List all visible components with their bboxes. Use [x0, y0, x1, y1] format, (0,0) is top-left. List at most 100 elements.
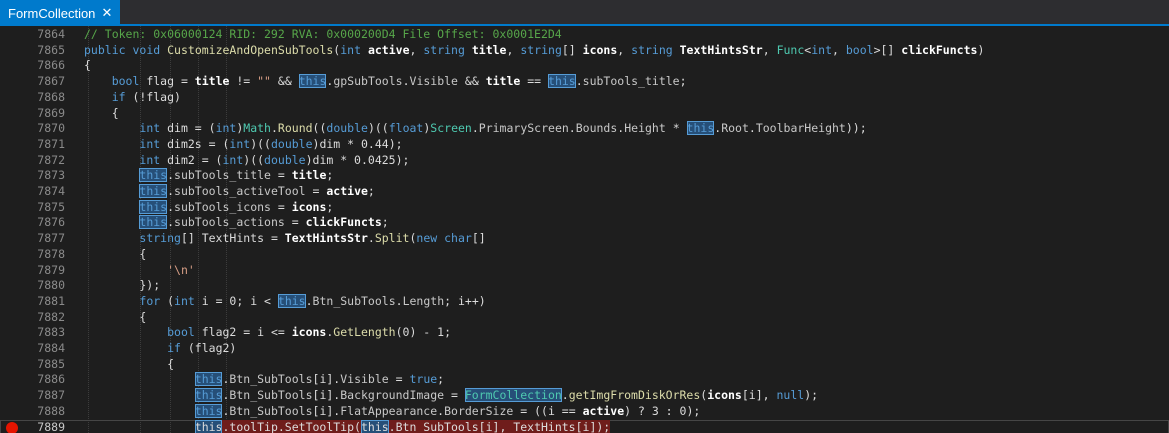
code-line[interactable]: 7886 this.Btn_SubTools[i].Visible = true…	[0, 372, 1169, 388]
code-token: =	[284, 215, 306, 230]
breakpoint-icon[interactable]	[6, 421, 18, 433]
code-line[interactable]: 7880 });	[0, 278, 1169, 294]
code-line[interactable]: 7889 this.toolTip.SetToolTip(this.Btn_Su…	[0, 419, 1169, 433]
code-line[interactable]: 7885 {	[0, 357, 1169, 373]
code-token: []	[561, 42, 583, 57]
code-line[interactable]: 7868 if (!flag)	[0, 90, 1169, 106]
code-token: Visible	[340, 372, 389, 387]
code-line[interactable]: 7873 this.subTools_title = title;	[0, 168, 1169, 184]
code-token: char	[444, 231, 472, 246]
code-token: Height	[624, 121, 666, 136]
code-line[interactable]: 7884 if (flag2)	[0, 341, 1169, 357]
code-token: )	[977, 42, 985, 57]
line-number: 7876	[37, 215, 65, 230]
this-keyword-highlight: this	[139, 168, 168, 183]
code-line[interactable]: 7872 int dim2 = (int)((double)dim * 0.04…	[0, 153, 1169, 169]
code-line[interactable]: 7887 this. Btn_SubTools[i].BackgroundImag…	[0, 388, 1169, 404]
code-line[interactable]: 7877 string[] TextHints = TextHintsStr.S…	[0, 231, 1169, 247]
code-token: ,	[617, 42, 632, 57]
code-line[interactable]: 7875 this.subTools_icons = icons;	[0, 199, 1169, 216]
close-icon[interactable]: ✕	[100, 6, 114, 20]
code-token: // Token: 0x06000124 RID: 292 RVA: 0x000…	[84, 27, 562, 41]
line-number: 7888	[37, 403, 65, 418]
code-token: dim2 = (	[160, 152, 223, 167]
code-token: Func	[776, 42, 805, 57]
code-token: ;	[326, 168, 334, 183]
code-editor[interactable]: 7864 // Token: 0x06000124 RID: 292 RVA: 0…	[0, 26, 1169, 433]
code-token: (0) - 1;	[395, 325, 451, 340]
code-token: int	[229, 136, 251, 151]
code-token: int	[174, 293, 195, 308]
code-line[interactable]: 7882 {	[0, 310, 1169, 326]
code-token: icons	[582, 42, 618, 57]
this-keyword-highlight: this	[194, 388, 223, 403]
code-token: subTools_actions	[174, 215, 285, 230]
this-keyword-highlight: this	[298, 74, 327, 89]
code-token: {	[84, 58, 91, 73]
code-line[interactable]: 7879 '\n'	[0, 263, 1169, 279]
code-line[interactable]: 7874 this.subTools_activeTool = active;	[0, 184, 1169, 200]
code-token: Screen	[430, 121, 472, 136]
code-token: PrimaryScreen	[478, 121, 569, 136]
code-token: Btn_SubTools	[312, 293, 396, 308]
code-token: TextHintsStr	[679, 42, 763, 57]
code-token: Btn_SubTools	[229, 372, 313, 387]
code-line[interactable]: 7881 for (int i = 0; i < this.Btn_SubToo…	[0, 293, 1169, 310]
code-line[interactable]: 7865 public void CustomizeAndOpenSubTools…	[0, 43, 1169, 59]
code-token: .	[748, 121, 756, 136]
code-text: if (flag2)	[84, 341, 236, 357]
code-token: string	[139, 231, 181, 246]
code-token: title	[194, 74, 230, 89]
code-token: {	[84, 105, 119, 120]
code-line[interactable]: 7883 bool flag2 = i <= icons.GetLength(0…	[0, 325, 1169, 341]
code-token: new	[416, 231, 438, 246]
code-token: ));	[845, 121, 867, 136]
code-text: string[] TextHints = TextHintsStr.Split(…	[84, 231, 485, 247]
code-line[interactable]: 7869 {	[0, 106, 1169, 122]
code-line[interactable]: 7866 {	[0, 58, 1169, 74]
code-token: )dim * 0.44);	[312, 136, 403, 151]
code-token: ,	[409, 42, 424, 57]
line-number: 7874	[37, 184, 65, 198]
code-token: [i].	[312, 388, 341, 403]
code-token: int	[139, 152, 161, 167]
code-token: ,	[762, 42, 777, 57]
code-line[interactable]: 7871 int dim2s = (int)((double)dim * 0.4…	[0, 137, 1169, 153]
code-token: )((	[250, 136, 271, 151]
code-line[interactable]: 7864 // Token: 0x06000124 RID: 292 RVA: 0…	[0, 27, 1169, 43]
code-token: (	[160, 293, 175, 308]
code-token: ; i++)	[444, 293, 486, 308]
code-line[interactable]: 7867 bool flag = title != "" && this.gpS…	[0, 74, 1169, 90]
code-token: clickFuncts	[305, 215, 382, 230]
code-token: .	[561, 388, 569, 403]
this-keyword-highlight: this	[360, 419, 389, 433]
code-line[interactable]: 7876 this.subTools_actions = clickFuncts…	[0, 215, 1169, 231]
code-token: FlatAppearance	[340, 403, 438, 418]
code-text: this.Btn_SubTools[i].FlatAppearance.Bord…	[84, 403, 700, 420]
code-token: {	[84, 309, 147, 324]
code-line[interactable]: 7878 {	[0, 247, 1169, 263]
line-number: 7870	[37, 121, 65, 136]
code-token: .	[270, 121, 278, 136]
code-token: double	[326, 121, 368, 136]
breakpoint-code: .Btn_SubTools[i], TextHints[i]);	[388, 419, 611, 433]
code-token: double	[264, 152, 306, 167]
code-token: icons	[707, 388, 742, 403]
code-token: BorderSize	[444, 403, 514, 418]
code-token: &&	[270, 74, 299, 89]
code-token: [i].	[312, 403, 341, 418]
tab-formcollection[interactable]: FormCollection ✕	[0, 0, 120, 26]
code-token: .	[471, 121, 479, 136]
code-line[interactable]: 7870 int dim = (int)Math.Round((double)(…	[0, 121, 1169, 137]
code-line[interactable]: 7888 this.Btn_SubTools[i].FlatAppearance…	[0, 403, 1169, 420]
code-text: this.subTools_actions = clickFuncts;	[84, 215, 389, 231]
code-token: active	[367, 42, 410, 57]
